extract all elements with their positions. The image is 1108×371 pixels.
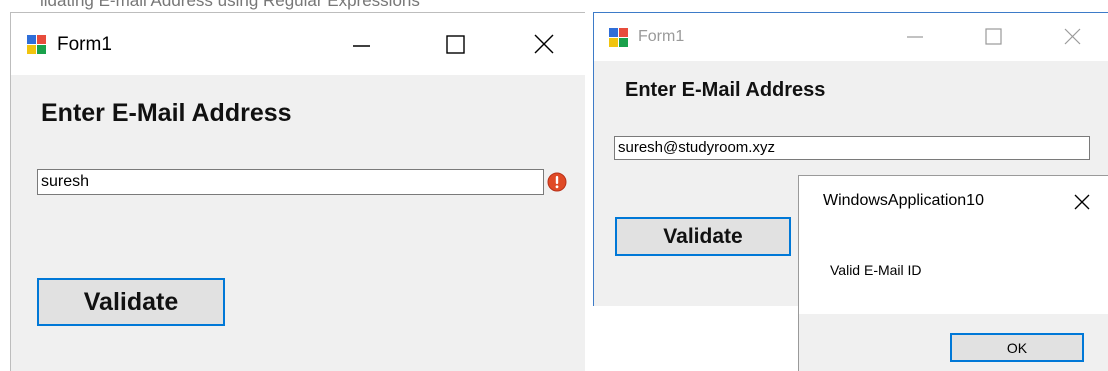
maximize-button[interactable]	[433, 29, 479, 61]
close-button[interactable]	[521, 29, 567, 61]
background-text: lidating E-mail Address using Regular Ex…	[40, 0, 420, 10]
validate-button[interactable]: Validate	[615, 217, 791, 256]
close-button[interactable]	[1049, 21, 1095, 53]
message-box-text: Valid E-Mail ID	[830, 262, 922, 278]
form-app-icon	[27, 35, 47, 55]
close-icon	[534, 34, 554, 54]
background-text-strip: lidating E-mail Address using Regular Ex…	[0, 0, 1108, 12]
minimize-button[interactable]	[892, 21, 938, 53]
title-bar: Form1	[594, 13, 1108, 61]
message-box-close-button[interactable]	[1069, 189, 1095, 215]
title-bar: Form1	[11, 13, 585, 75]
maximize-button[interactable]	[970, 21, 1016, 53]
error-exclamation-icon	[547, 172, 567, 192]
email-input[interactable]: suresh@studyroom.xyz	[614, 136, 1090, 160]
form-window-before: Form1 Enter E-Mail Address suresh Valida…	[10, 12, 585, 371]
maximize-icon	[985, 28, 1002, 45]
form-app-icon	[609, 28, 629, 48]
minimize-button[interactable]	[338, 29, 384, 61]
validate-button[interactable]: Validate	[37, 278, 225, 326]
message-box-dialog: WindowsApplication10 Valid E-Mail ID OK	[798, 175, 1108, 371]
email-input[interactable]: suresh	[37, 169, 544, 195]
window-title: Form1	[57, 34, 112, 55]
ok-button[interactable]: OK	[950, 333, 1084, 362]
close-icon	[1074, 194, 1090, 210]
email-heading: Enter E-Mail Address	[41, 99, 292, 127]
minimize-icon	[907, 36, 923, 38]
minimize-icon	[353, 45, 370, 47]
message-box-content-area: WindowsApplication10 Valid E-Mail ID	[799, 176, 1108, 314]
email-heading: Enter E-Mail Address	[625, 79, 826, 101]
message-box-title: WindowsApplication10	[823, 192, 984, 209]
window-title: Form1	[638, 28, 685, 45]
close-icon	[1064, 28, 1081, 45]
maximize-icon	[446, 35, 465, 54]
